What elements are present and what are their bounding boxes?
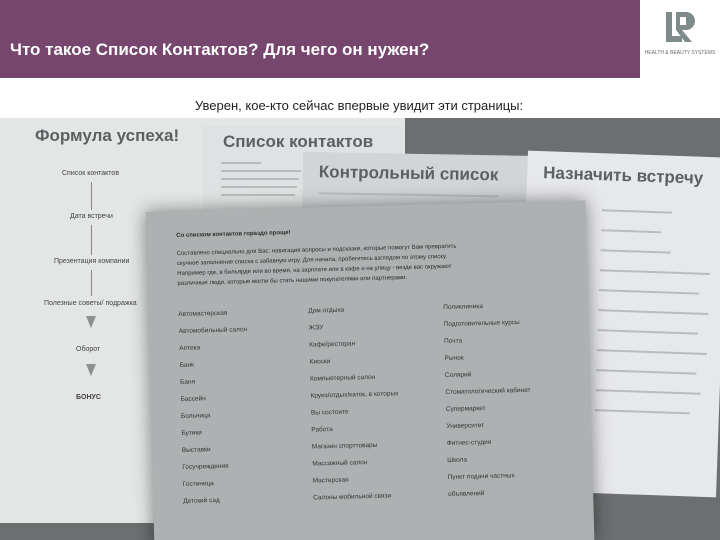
list-item: Работа xyxy=(311,425,333,434)
list-item: Супермаркет xyxy=(445,404,486,414)
list-item: Детский сад xyxy=(183,496,220,505)
list-item: Школа xyxy=(447,456,468,465)
text-line xyxy=(599,289,700,295)
list-item: Госучреждения xyxy=(182,462,229,471)
text-line xyxy=(599,269,710,276)
flow-step: Полезные советы/ подражка xyxy=(44,300,137,307)
meeting-title: Назначить встречу xyxy=(542,163,704,188)
list-item: Солярий xyxy=(444,371,472,380)
list-item: Дом отдыха xyxy=(308,306,345,315)
text-line xyxy=(221,178,299,180)
text-line xyxy=(596,369,697,375)
text-line xyxy=(221,170,301,172)
text-line xyxy=(598,309,709,316)
lr-logo-icon xyxy=(666,12,695,42)
list-item: Гостиница xyxy=(182,480,214,488)
list-item: Автомастерская xyxy=(178,309,228,318)
list-item: Автомобильный салон xyxy=(178,326,248,335)
list-item: Аптека xyxy=(179,344,201,352)
main-contacts-page: Со списком контактов гораздо проще! Сост… xyxy=(145,200,595,540)
flow-line xyxy=(91,225,92,255)
logo-text: HEALTH & BEAUTY SYSTEMS xyxy=(644,50,716,56)
text-line xyxy=(597,329,698,335)
text-line xyxy=(601,229,662,234)
list-item: Массажный салон xyxy=(312,459,368,468)
flow-line xyxy=(91,270,92,296)
list-item: Больница xyxy=(180,412,211,420)
control-title: Контрольный список xyxy=(318,162,499,185)
list-item: Круиз/отдых/каток, в которых xyxy=(310,390,399,400)
flow-step: Презентация компании xyxy=(54,258,130,265)
header-bar: Что такое Список Контактов? Для чего он … xyxy=(0,0,720,78)
flow-step: БОНУС xyxy=(76,394,101,401)
logo: HEALTH & BEAUTY SYSTEMS xyxy=(640,0,720,78)
contacts-title: Список контактов xyxy=(223,132,374,151)
list-item: Киоски xyxy=(309,358,331,366)
list-item: Мастерская xyxy=(312,476,349,485)
list-item: Университет xyxy=(446,422,485,431)
list-item: Салоны мобильной связи xyxy=(313,492,392,502)
text-line xyxy=(221,162,261,164)
text-line xyxy=(600,249,671,254)
list-item: Банк xyxy=(179,361,195,369)
list-item: Стоматологический кабинет xyxy=(445,386,531,397)
text-line xyxy=(318,192,499,198)
photo-of-pages: Формула успеха! Список контактов Дата вс… xyxy=(0,118,720,540)
flow-line xyxy=(91,182,92,210)
list-item: объявлений xyxy=(448,490,485,498)
list-item: Пункт подачи частных xyxy=(447,472,515,482)
list-item: Поликлиника xyxy=(443,303,484,312)
slide-title: Что такое Список Контактов? Для чего он … xyxy=(10,40,430,59)
list-item: Подготовительные курсы xyxy=(443,319,520,329)
list-item: Почта xyxy=(444,337,463,346)
list-item: Вы состоите xyxy=(310,408,349,417)
flow-step: Список контактов xyxy=(62,170,120,177)
text-line xyxy=(595,389,701,395)
flow-step: Оборот xyxy=(76,346,101,353)
list-item: Бассейн xyxy=(180,395,206,403)
text-line xyxy=(594,409,690,415)
list-item: Компьютерный салон xyxy=(309,373,376,383)
arrow-down-icon xyxy=(86,316,96,328)
list-item: Магазин спорттовары xyxy=(311,441,378,451)
main-paragraph-line: различные люди, которые могли бы стать н… xyxy=(177,274,408,288)
list-item: ЖЭУ xyxy=(308,324,324,332)
flow-step: Дата встречи xyxy=(70,213,113,220)
slide-subtitle: Уверен, кое-кто сейчас впервые увидит эт… xyxy=(195,98,524,113)
list-item: Рынок xyxy=(444,354,464,363)
list-item: Кафе/ресторан xyxy=(309,340,356,349)
list-item: Фитнес-студия xyxy=(446,438,492,448)
list-item: Баня xyxy=(180,378,196,386)
arrow-down-icon xyxy=(86,364,96,376)
text-line xyxy=(221,194,295,196)
text-line xyxy=(221,186,297,188)
text-line xyxy=(597,349,708,355)
formula-title: Формула успеха! xyxy=(35,126,180,145)
text-line xyxy=(601,209,672,214)
list-item: Бутики xyxy=(181,429,202,437)
list-item: Выставки xyxy=(181,446,211,454)
main-heading: Со списком контактов гораздо проще! xyxy=(176,230,291,240)
